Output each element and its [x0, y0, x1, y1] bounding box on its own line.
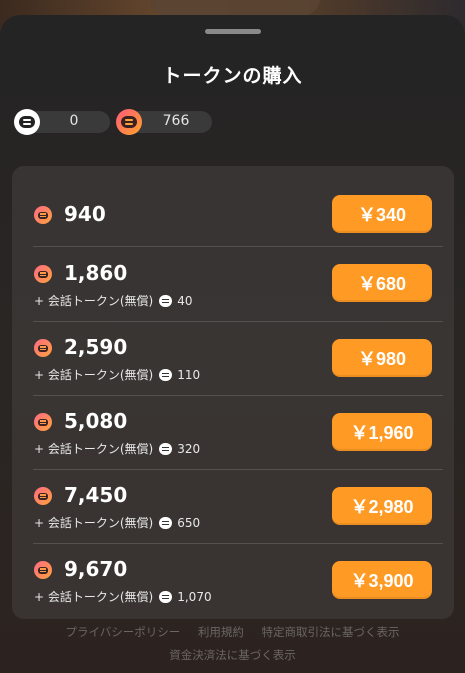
- buy-button-1960[interactable]: ￥1,960: [332, 413, 432, 451]
- premium-token-icon: [34, 413, 52, 431]
- package-amount: 940: [64, 202, 106, 226]
- buy-button-340[interactable]: ￥340: [332, 195, 432, 233]
- package-row: 1,860 + 会話トークン(無償) 40 ￥680: [12, 247, 454, 322]
- package-row: 7,450 + 会話トークン(無償) 650 ￥2,980: [12, 470, 454, 544]
- package-amount: 9,670: [64, 557, 128, 581]
- free-token-balance-value: 0: [69, 113, 79, 129]
- buy-button-2980[interactable]: ￥2,980: [332, 487, 432, 525]
- premium-token-icon: [34, 487, 52, 505]
- terms-link[interactable]: 利用規約: [198, 625, 244, 639]
- package-list: 940 ￥340 1,860 + 会話トークン(無償) 40 ￥680 2,590…: [12, 166, 454, 619]
- package-bonus: + 会話トークン(無償) 320: [34, 442, 201, 456]
- footer-links-line2: 資金決済法に基づく表示: [0, 647, 465, 663]
- purchase-sheet: トークンの購入 0 766 940 ￥340 1,860 + 会話トークン(無償…: [0, 15, 465, 673]
- payment-services-link[interactable]: 資金決済法に基づく表示: [169, 648, 296, 662]
- chat-token-icon: [14, 109, 40, 135]
- package-row: 9,670 + 会話トークン(無償) 1,070 ￥3,900: [12, 544, 454, 619]
- package-bonus: + 会話トークン(無償) 650: [34, 516, 201, 530]
- package-row: 2,590 + 会話トークン(無償) 110 ￥980: [12, 322, 454, 396]
- premium-token-icon: [34, 265, 52, 283]
- premium-token-icon: [34, 206, 52, 224]
- chat-token-icon: [159, 443, 173, 455]
- chat-token-icon: [159, 295, 173, 307]
- paid-token-balance-value: 766: [162, 113, 190, 129]
- sheet-title: トークンの購入: [162, 65, 303, 87]
- package-row: 5,080 + 会話トークン(無償) 320 ￥1,960: [12, 396, 454, 470]
- premium-token-icon: [34, 339, 52, 357]
- package-bonus: + 会話トークン(無償) 110: [34, 368, 201, 382]
- buy-button-680[interactable]: ￥680: [332, 264, 432, 302]
- buy-button-3900[interactable]: ￥3,900: [332, 561, 432, 599]
- sheet-drag-handle[interactable]: [205, 29, 261, 34]
- premium-token-icon: [116, 109, 142, 135]
- paid-token-balance: 766: [116, 109, 212, 135]
- buy-button-980[interactable]: ￥980: [332, 339, 432, 377]
- footer-links-line1: プライバシーポリシー 利用規約 特定商取引法に基づく表示: [0, 624, 465, 640]
- chat-token-icon: [159, 517, 173, 529]
- chat-token-icon: [159, 591, 173, 603]
- package-amount: 2,590: [64, 335, 128, 359]
- chat-token-icon: [159, 369, 173, 381]
- commercial-transactions-link[interactable]: 特定商取引法に基づく表示: [262, 625, 400, 639]
- free-token-balance: 0: [14, 109, 110, 135]
- package-row: 940 ￥340: [12, 166, 454, 247]
- package-amount: 1,860: [64, 261, 128, 285]
- package-amount: 7,450: [64, 483, 128, 507]
- package-bonus: + 会話トークン(無償) 40: [34, 294, 193, 308]
- privacy-policy-link[interactable]: プライバシーポリシー: [65, 625, 180, 639]
- premium-token-icon: [34, 561, 52, 579]
- package-bonus: + 会話トークン(無償) 1,070: [34, 590, 212, 604]
- package-amount: 5,080: [64, 409, 128, 433]
